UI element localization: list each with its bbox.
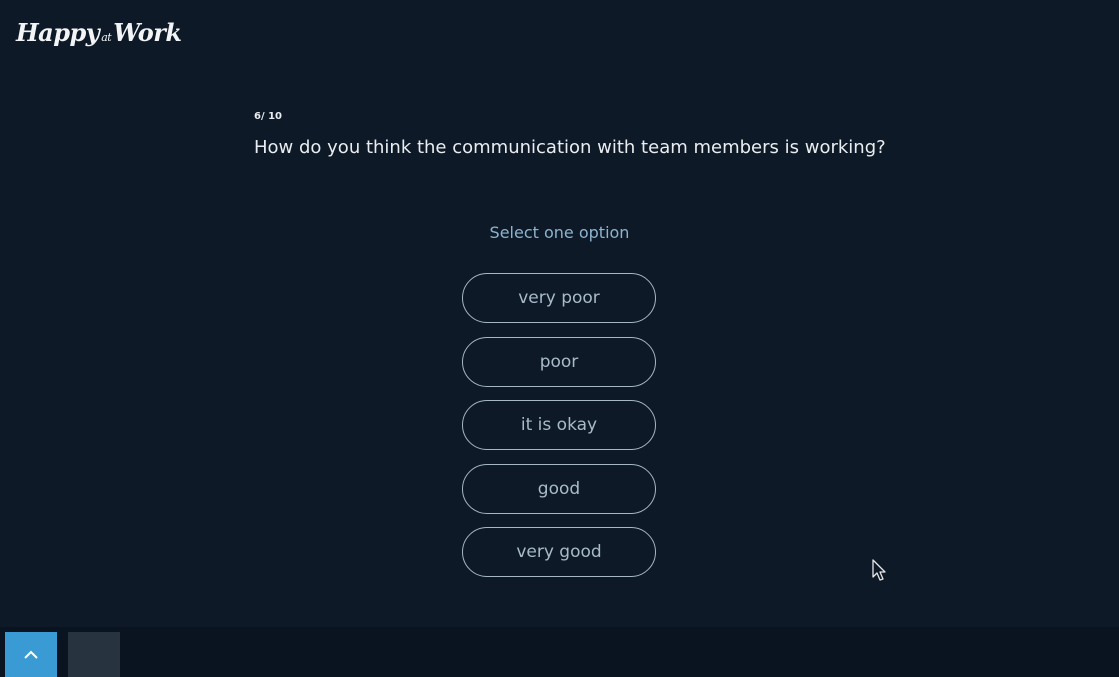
next-question-button[interactable] <box>68 632 120 677</box>
happy-at-work-logo: Happy atWork <box>16 18 182 47</box>
option-poor[interactable]: poor <box>462 336 656 387</box>
logo-part-happy: Happy <box>16 18 100 47</box>
select-instruction: Select one option <box>489 223 630 242</box>
survey-page: Happy atWork 6/ 10 How do you think the c… <box>0 0 1119 677</box>
chevron-up-icon <box>24 650 38 659</box>
option-it-is-okay[interactable]: it is okay <box>462 400 656 450</box>
logo-part-work: Work <box>113 18 182 47</box>
question-progress: 6/ 10 <box>254 111 283 122</box>
question-text: How do you think the communication with … <box>254 137 886 158</box>
option-very-poor[interactable]: very poor <box>462 273 656 323</box>
option-very-good[interactable]: very good <box>462 527 656 577</box>
previous-question-button[interactable] <box>5 632 57 677</box>
logo-part-at: at <box>101 31 112 44</box>
option-good[interactable]: good <box>462 463 656 514</box>
answer-options: very poor poor it is okay good very good <box>462 273 656 591</box>
mouse-pointer-icon <box>872 559 886 581</box>
bottom-navigation-bar <box>0 627 1119 677</box>
